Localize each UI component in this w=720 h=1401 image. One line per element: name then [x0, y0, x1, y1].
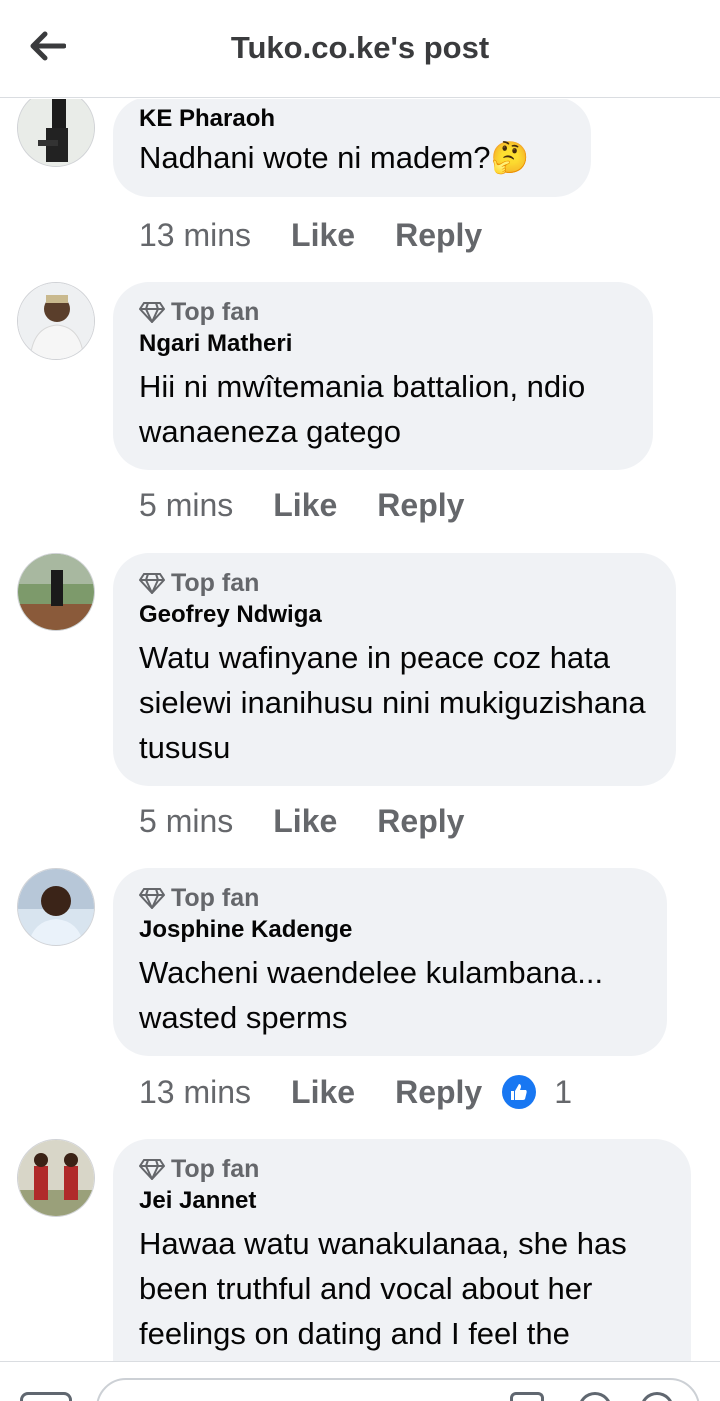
comment-bubble: Top fan Jei Jannet Hawaa watu wanakulana… [113, 1139, 691, 1361]
like-button[interactable]: Like [273, 803, 337, 840]
diamond-icon [139, 1159, 165, 1180]
top-fan-badge: Top fan [139, 296, 627, 328]
diamond-icon [139, 888, 165, 909]
comment-timestamp: 13 mins [139, 1073, 252, 1110]
top-bar: Tuko.co.ke's post [0, 0, 720, 98]
like-button[interactable]: Like [291, 1074, 355, 1111]
diamond-icon [139, 573, 165, 594]
comment-timestamp: 5 mins [139, 486, 234, 523]
avatar-ke-pharaoh[interactable] [17, 99, 95, 167]
comment-timestamp: 5 mins [139, 802, 234, 839]
comment-bubble: Top fan Josphine Kadenge Wacheni waendel… [113, 868, 667, 1056]
comment-timestamp: 13 mins [139, 216, 252, 253]
comment-bubble: Top fan Ngari Matheri Hii ni mwîtemania … [113, 282, 653, 470]
page-title: Tuko.co.ke's post [230, 30, 490, 65]
reaction-count[interactable]: 1 [554, 1074, 572, 1111]
thinking-face-emoji: 🤔 [490, 140, 530, 175]
reply-button[interactable]: Reply [377, 803, 464, 840]
avatar-josphine-kadenge[interactable] [17, 868, 95, 946]
comment-text: Nadhani wote ni madem?🤔 [139, 140, 530, 175]
comment-author[interactable]: Jei Jannet [139, 1185, 665, 1217]
reply-button[interactable]: Reply [395, 1074, 482, 1111]
comment-actions: 13 mins Like Reply 1 [139, 1068, 572, 1116]
comment-composer-bar [0, 1361, 720, 1401]
like-button[interactable]: Like [273, 487, 337, 524]
comment-author[interactable]: Ngari Matheri [139, 328, 627, 360]
comment-author[interactable]: KE Pharaoh [139, 103, 565, 135]
like-reaction-icon[interactable] [502, 1075, 537, 1109]
comment-text: Watu wafinyane in peace coz hata sielewi… [139, 640, 646, 765]
top-fan-badge: Top fan [139, 567, 650, 599]
top-fan-badge: Top fan [139, 1153, 665, 1185]
comment-bubble: Top fan Geofrey Ndwiga Watu wafinyane in… [113, 553, 676, 786]
comment-text: Wacheni waendelee kulambana... wasted sp… [139, 955, 604, 1035]
camera-icon[interactable] [20, 1392, 72, 1401]
comment-list[interactable]: KE Pharaoh Nadhani wote ni madem?🤔 13 mi… [0, 99, 720, 1361]
reply-button[interactable]: Reply [377, 487, 464, 524]
comment-actions: 13 mins Like Reply [139, 211, 502, 259]
avatar-ngari-matheri[interactable] [17, 282, 95, 360]
comment-bubble: KE Pharaoh Nadhani wote ni madem?🤔 [113, 99, 591, 197]
diamond-icon [139, 302, 165, 323]
like-button[interactable]: Like [291, 217, 355, 254]
comment-actions: 5 mins Like Reply [139, 481, 484, 529]
top-fan-badge: Top fan [139, 882, 641, 914]
comment-author[interactable]: Josphine Kadenge [139, 914, 641, 946]
comment-text: Hii ni mwîtemania battalion, ndio wanaen… [139, 369, 586, 449]
comment-text: Hawaa watu wanakulanaa, she has been tru… [139, 1226, 627, 1351]
gif-icon[interactable] [510, 1392, 544, 1401]
comment-actions: 5 mins Like Reply [139, 797, 484, 845]
avatar-geofrey-ndwiga[interactable] [17, 553, 95, 631]
comment-input[interactable] [96, 1378, 700, 1401]
reply-button[interactable]: Reply [395, 217, 482, 254]
avatar-jei-jannet[interactable] [17, 1139, 95, 1217]
comment-author[interactable]: Geofrey Ndwiga [139, 599, 650, 631]
